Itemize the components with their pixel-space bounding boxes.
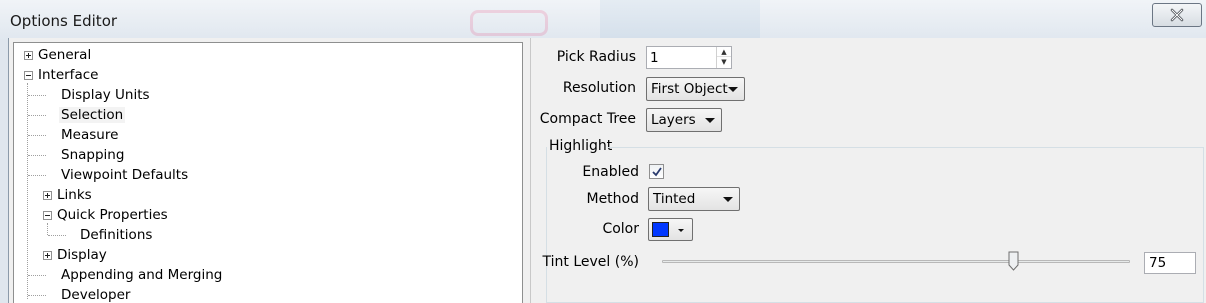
tree-item-snapping[interactable]: Snapping xyxy=(59,145,126,165)
options-editor-window: Options Editor General Interface Display… xyxy=(0,0,1206,303)
resolution-label: Resolution xyxy=(562,80,636,96)
dialog-body: General Interface Display Units Selectio… xyxy=(8,38,1206,303)
tree-item-measure[interactable]: Measure xyxy=(59,125,120,145)
tree-item-general[interactable]: General xyxy=(24,45,93,65)
compact-tree-label: Compact Tree xyxy=(539,111,636,127)
options-tree[interactable]: General Interface Display Units Selectio… xyxy=(13,42,523,303)
color-picker-button[interactable] xyxy=(648,218,693,241)
panel-splitter[interactable] xyxy=(527,38,531,303)
close-icon xyxy=(1170,8,1184,22)
tree-connector xyxy=(28,135,46,136)
window-title: Options Editor xyxy=(10,12,118,30)
tree-item-label: Quick Properties xyxy=(57,207,168,223)
pick-radius-label: Pick Radius xyxy=(556,49,636,65)
tree-item-label: Definitions xyxy=(80,227,153,243)
tint-level-label: Tint Level (%) xyxy=(542,254,639,270)
tree-item-links[interactable]: Links xyxy=(43,185,94,205)
enabled-label: Enabled xyxy=(582,164,639,180)
tree-item-viewpoint-defaults[interactable]: Viewpoint Defaults xyxy=(59,165,190,185)
tree-connector xyxy=(28,115,46,116)
tree-connector xyxy=(28,175,46,176)
tree-item-label: Developer xyxy=(61,287,131,303)
tree-item-interface[interactable]: Interface xyxy=(24,65,100,85)
collapse-minus-icon[interactable] xyxy=(24,70,33,80)
color-swatch xyxy=(652,222,669,237)
tree-connector xyxy=(28,275,46,276)
tree-item-quick-properties[interactable]: Quick Properties xyxy=(43,205,170,225)
tree-item-developer[interactable]: Developer xyxy=(59,285,132,303)
pick-radius-value[interactable]: 1 xyxy=(650,50,659,66)
tree-item-label: Selection xyxy=(59,107,126,123)
tree-item-label: Appending and Merging xyxy=(61,267,223,283)
tree-connector xyxy=(28,295,46,296)
close-button[interactable] xyxy=(1152,3,1202,27)
tint-slider-track[interactable] xyxy=(662,260,1130,263)
title-bar[interactable]: Options Editor xyxy=(0,0,1206,40)
tint-level-input[interactable]: 75 xyxy=(1144,252,1196,274)
color-label: Color xyxy=(602,221,639,237)
spin-up-icon[interactable]: ▲ xyxy=(717,47,731,57)
tint-slider-thumb[interactable] xyxy=(1008,251,1019,271)
tree-item-label: Display xyxy=(57,247,107,263)
method-value: Tinted xyxy=(653,191,696,207)
tree-item-label: General xyxy=(38,47,92,63)
tree-connector xyxy=(28,155,46,156)
compact-tree-value: Layers xyxy=(651,112,696,128)
checkmark-icon xyxy=(652,167,662,177)
collapse-minus-icon[interactable] xyxy=(43,210,52,220)
tree-item-label: Viewpoint Defaults xyxy=(61,167,189,183)
chevron-down-icon xyxy=(728,87,738,92)
compact-tree-dropdown[interactable]: Layers xyxy=(646,108,722,132)
chevron-down-icon xyxy=(723,197,733,202)
resolution-value: First Object xyxy=(651,81,728,97)
resolution-dropdown[interactable]: First Object xyxy=(646,77,745,101)
method-label: Method xyxy=(586,191,639,207)
expand-plus-icon[interactable] xyxy=(43,250,52,260)
tree-connector xyxy=(28,95,46,96)
selection-options-panel: Pick Radius 1 ▲ ▼ Resolution First Objec… xyxy=(532,38,1206,303)
tree-item-display[interactable]: Display xyxy=(43,245,109,265)
tree-item-appending-and-merging[interactable]: Appending and Merging xyxy=(59,265,224,285)
tree-item-label: Snapping xyxy=(61,147,125,163)
tree-item-label: Interface xyxy=(38,67,99,83)
spin-down-icon[interactable]: ▼ xyxy=(717,57,731,67)
tree-item-label: Measure xyxy=(61,127,119,143)
tree-item-label: Links xyxy=(57,187,92,203)
highlight-group-box xyxy=(546,147,1204,303)
expand-plus-icon[interactable] xyxy=(43,190,52,200)
tree-item-label: Display Units xyxy=(61,87,150,103)
method-dropdown[interactable]: Tinted xyxy=(648,187,740,211)
tree-item-display-units[interactable]: Display Units xyxy=(59,85,152,105)
chevron-down-icon xyxy=(678,229,684,232)
tree-item-selection[interactable]: Selection xyxy=(59,105,126,125)
expand-plus-icon[interactable] xyxy=(24,50,33,60)
pick-radius-stepper[interactable]: 1 ▲ ▼ xyxy=(646,46,732,69)
tree-connector xyxy=(48,235,66,236)
spin-buttons: ▲ ▼ xyxy=(716,47,731,68)
enabled-checkbox[interactable] xyxy=(649,164,664,179)
tree-item-definitions[interactable]: Definitions xyxy=(78,225,154,245)
chevron-down-icon xyxy=(705,118,715,123)
